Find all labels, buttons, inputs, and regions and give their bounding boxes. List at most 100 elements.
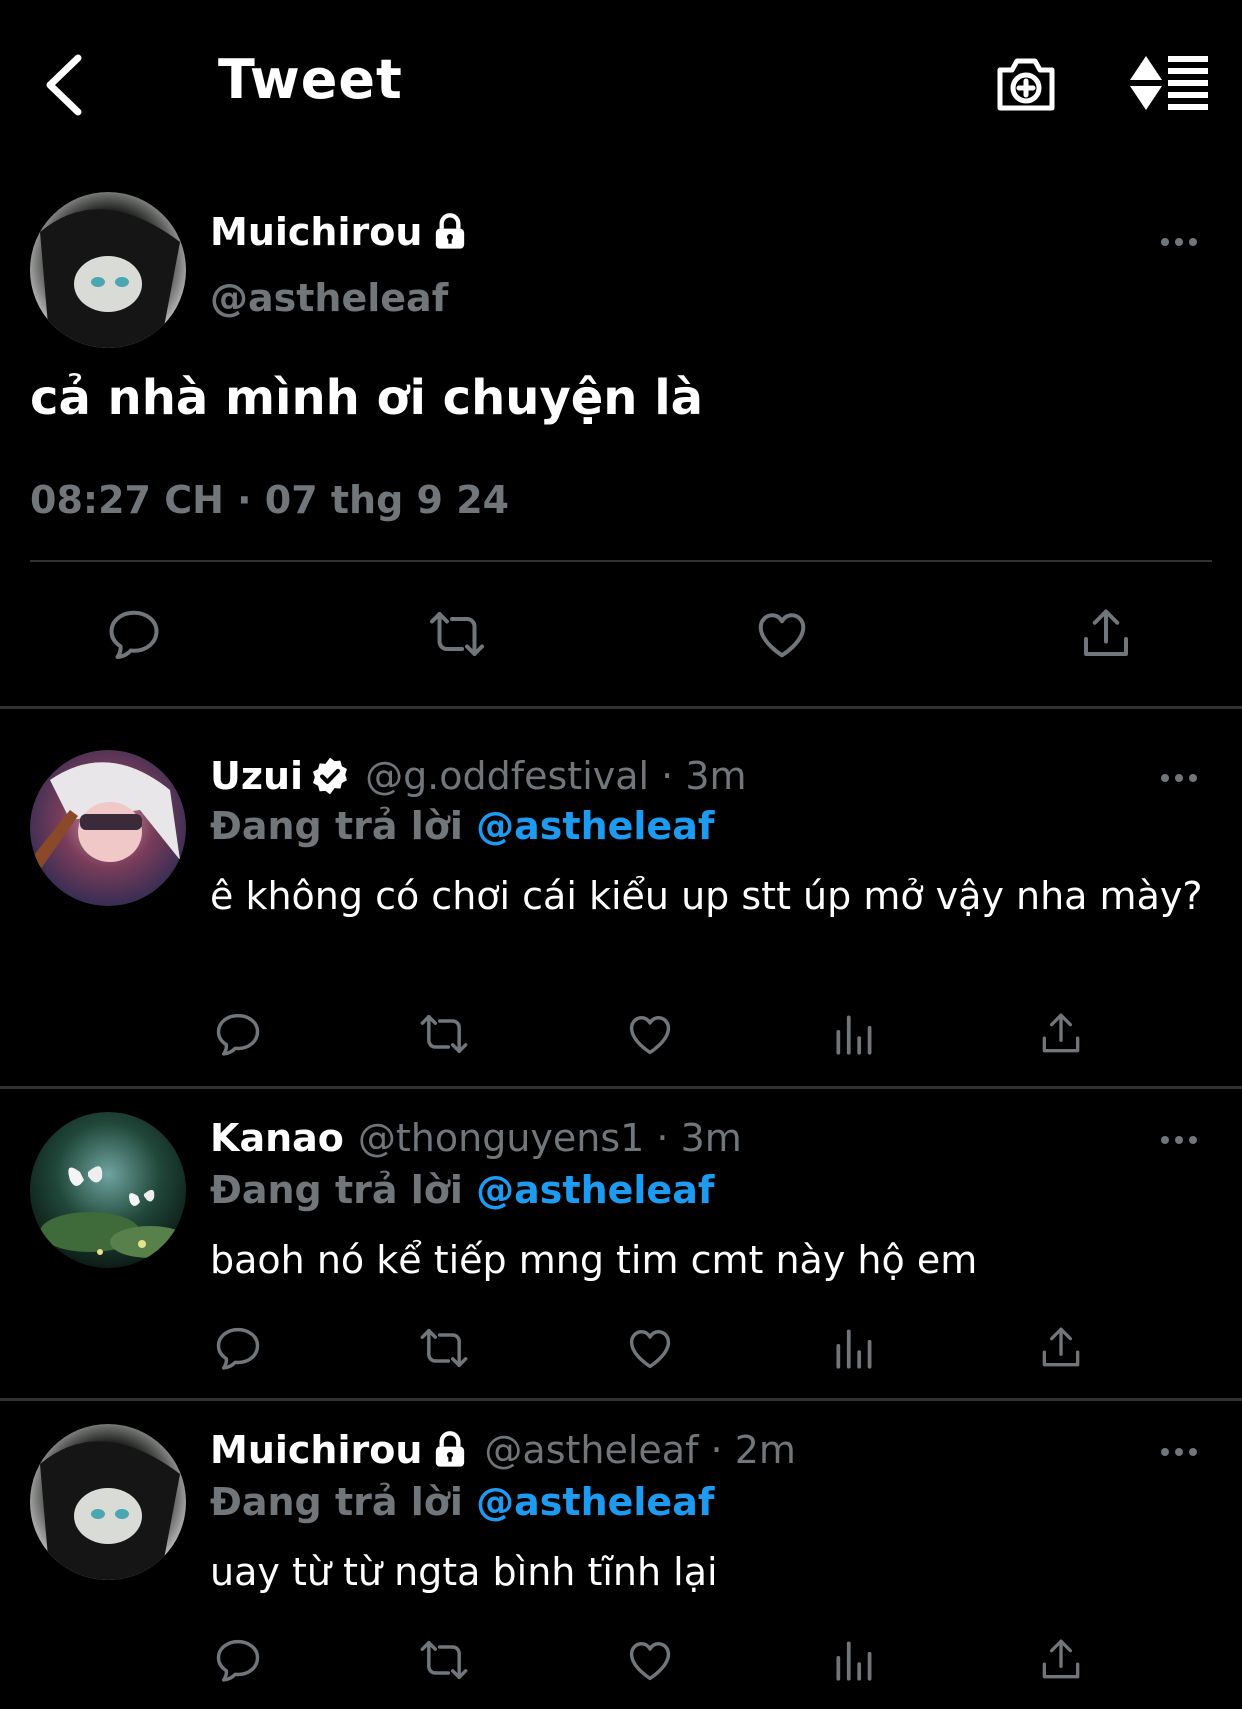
tweet-text: cả nhà mình ơi chuyện là bbox=[30, 370, 704, 426]
like-button[interactable] bbox=[752, 604, 812, 664]
retweet-icon bbox=[416, 1008, 472, 1060]
views-button[interactable] bbox=[830, 1008, 880, 1060]
retweet-icon bbox=[416, 1322, 472, 1374]
retweet-button[interactable] bbox=[416, 1322, 472, 1374]
dot bbox=[1175, 238, 1183, 246]
reply-icon bbox=[212, 1322, 264, 1374]
author-handle[interactable]: @astheleaf bbox=[210, 276, 448, 320]
share-button[interactable] bbox=[1076, 604, 1136, 664]
dot bbox=[1175, 1136, 1183, 1144]
like-button[interactable] bbox=[624, 1008, 676, 1060]
sort-list-icon bbox=[1130, 56, 1208, 110]
retweet-icon bbox=[416, 1634, 472, 1686]
chevron-left-icon bbox=[46, 54, 82, 116]
divider bbox=[0, 1398, 1242, 1401]
reply-text: ê không có chơi cái kiểu up stt úp mở vậ… bbox=[210, 874, 1203, 918]
views-button[interactable] bbox=[830, 1322, 880, 1374]
author-name-row: Muichirou bbox=[210, 210, 470, 254]
author-name[interactable]: Kanao bbox=[210, 1116, 344, 1160]
like-icon bbox=[624, 1634, 676, 1686]
divider bbox=[30, 560, 1212, 562]
lock-icon bbox=[430, 212, 470, 252]
reply-text: baoh nó kể tiếp mng tim cmt này hộ em bbox=[210, 1238, 978, 1282]
reply-text: uay từ từ ngta bình tĩnh lại bbox=[210, 1550, 718, 1594]
more-options-button[interactable] bbox=[1154, 1130, 1204, 1150]
reply-button[interactable] bbox=[212, 1008, 264, 1060]
more-options-button[interactable] bbox=[1154, 1442, 1204, 1462]
share-button[interactable] bbox=[1036, 1322, 1086, 1374]
back-button[interactable] bbox=[40, 50, 92, 120]
avatar[interactable] bbox=[30, 1112, 186, 1268]
avatar-image bbox=[30, 192, 186, 348]
page-title: Tweet bbox=[218, 48, 403, 111]
share-icon bbox=[1036, 1634, 1086, 1686]
author-name: Muichirou bbox=[210, 210, 423, 254]
retweet-icon bbox=[424, 604, 490, 664]
avatar[interactable] bbox=[30, 750, 186, 906]
reply-header: Uzui @g.oddfestival · 3m bbox=[210, 754, 747, 798]
like-icon bbox=[624, 1008, 676, 1060]
avatar-image bbox=[30, 1112, 186, 1268]
retweet-button[interactable] bbox=[416, 1008, 472, 1060]
more-options-button[interactable] bbox=[1154, 232, 1204, 252]
stats-icon bbox=[830, 1634, 880, 1686]
reply-button[interactable] bbox=[212, 1634, 264, 1686]
dot bbox=[1189, 238, 1197, 246]
reply-icon bbox=[212, 1634, 264, 1686]
dot bbox=[1189, 774, 1197, 782]
like-icon bbox=[624, 1322, 676, 1374]
divider bbox=[0, 1086, 1242, 1089]
replying-to: Đang trả lời @astheleaf bbox=[210, 1480, 714, 1524]
mention-link[interactable]: @astheleaf bbox=[476, 1480, 714, 1524]
share-icon bbox=[1076, 604, 1136, 664]
author-handle-time[interactable]: @astheleaf · 2m bbox=[484, 1428, 795, 1472]
like-icon bbox=[752, 604, 812, 664]
reply-button[interactable] bbox=[212, 1322, 264, 1374]
divider bbox=[0, 706, 1242, 709]
mention-link[interactable]: @astheleaf bbox=[476, 804, 714, 848]
views-button[interactable] bbox=[830, 1634, 880, 1686]
dot bbox=[1161, 238, 1169, 246]
author-name[interactable]: Uzui bbox=[210, 754, 303, 798]
share-button[interactable] bbox=[1036, 1634, 1086, 1686]
dot bbox=[1161, 1136, 1169, 1144]
avatar-image bbox=[30, 750, 186, 906]
tweet-timestamp: 08:27 CH · 07 thg 9 24 bbox=[30, 478, 510, 522]
dot bbox=[1161, 774, 1169, 782]
dot bbox=[1175, 1448, 1183, 1456]
avatar-image bbox=[30, 1424, 186, 1580]
like-button[interactable] bbox=[624, 1634, 676, 1686]
dot bbox=[1189, 1448, 1197, 1456]
replying-to-label: Đang trả lời bbox=[210, 804, 463, 848]
more-options-button[interactable] bbox=[1154, 768, 1204, 788]
reply-header: Muichirou @astheleaf · 2m bbox=[210, 1428, 796, 1472]
retweet-button[interactable] bbox=[424, 604, 484, 664]
mention-link[interactable]: @astheleaf bbox=[476, 1168, 714, 1212]
stats-icon bbox=[830, 1008, 880, 1060]
reply-button[interactable] bbox=[104, 604, 164, 664]
share-icon bbox=[1036, 1322, 1086, 1374]
reply-icon bbox=[212, 1008, 264, 1060]
author-handle-time[interactable]: @g.oddfestival · 3m bbox=[365, 754, 746, 798]
replying-to: Đang trả lời @astheleaf bbox=[210, 1168, 714, 1212]
reply-icon bbox=[104, 604, 164, 664]
replying-to-label: Đang trả lời bbox=[210, 1480, 463, 1524]
avatar[interactable] bbox=[30, 192, 186, 348]
reply-header: Kanao @thonguyens1 · 3m bbox=[210, 1116, 742, 1160]
avatar[interactable] bbox=[30, 1424, 186, 1580]
share-button[interactable] bbox=[1036, 1008, 1086, 1060]
lock-icon bbox=[430, 1430, 470, 1470]
replying-to-label: Đang trả lời bbox=[210, 1168, 463, 1212]
retweet-button[interactable] bbox=[416, 1634, 472, 1686]
like-button[interactable] bbox=[624, 1322, 676, 1374]
dot bbox=[1161, 1448, 1169, 1456]
author-handle-time[interactable]: @thonguyens1 · 3m bbox=[358, 1116, 742, 1160]
camera-plus-icon bbox=[997, 58, 1055, 111]
share-icon bbox=[1036, 1008, 1086, 1060]
camera-button[interactable] bbox=[994, 50, 1058, 116]
replying-to: Đang trả lời @astheleaf bbox=[210, 804, 714, 848]
author-name[interactable]: Muichirou bbox=[210, 1428, 422, 1472]
verified-icon bbox=[309, 755, 351, 797]
sort-button[interactable] bbox=[1130, 52, 1210, 114]
stats-icon bbox=[830, 1322, 880, 1374]
